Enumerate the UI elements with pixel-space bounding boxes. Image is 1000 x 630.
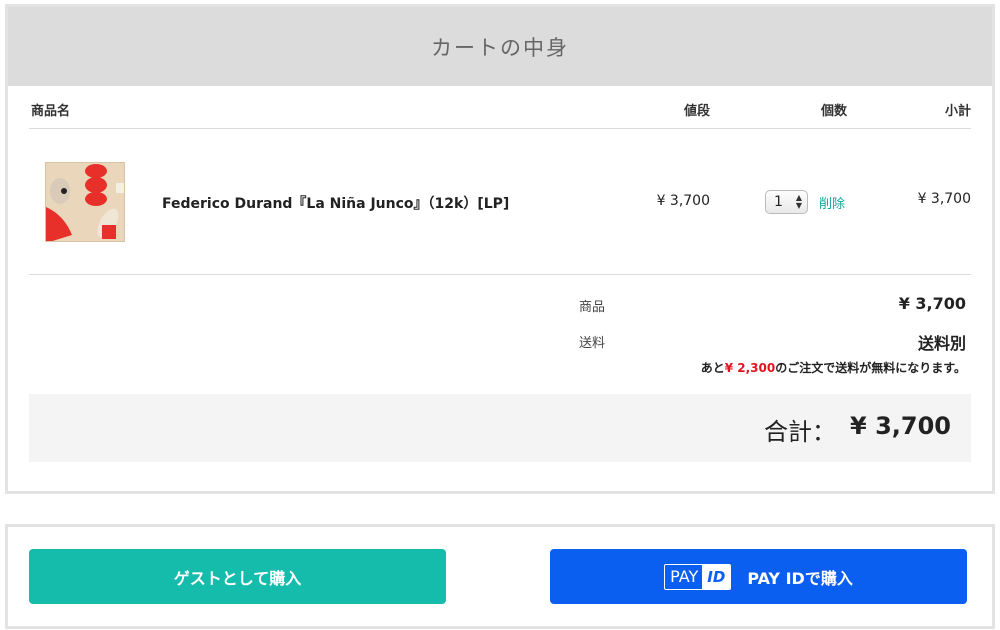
purchase-actions-panel: ゲストとして購入 PAY ID PAY IDで購入 [5, 524, 995, 629]
shipping-value: 送料別 [917, 334, 966, 353]
updown-arrows-icon: ▲ ▼ [795, 193, 802, 210]
payid-logo-icon: PAY ID [664, 563, 732, 590]
remove-link[interactable]: 削除 [819, 193, 845, 212]
column-header-name: 商品名 [31, 104, 71, 119]
payid-purchase-button[interactable]: PAY ID PAY IDで購入 [550, 549, 967, 604]
column-header-quantity: 個数 [820, 104, 847, 119]
guest-purchase-label: ゲストとして購入 [173, 568, 302, 588]
column-header-subtotal: 小計 [944, 104, 971, 119]
free-shipping-prefix: あと [700, 361, 725, 375]
product-name[interactable]: Federico Durand『La Niña Junco』（12k）[LP] [162, 193, 509, 213]
cart-title: カートの中身 [431, 35, 569, 60]
album-cover-image [46, 163, 124, 241]
goods-total-label: 商品 [579, 300, 606, 315]
free-shipping-note: あと¥ 2,300のご注文で送料が無料になります。 [701, 359, 966, 376]
cart-panel: カートの中身 商品名 値段 個数 小計 Federico Durand『La N… [5, 4, 995, 494]
product-thumbnail[interactable] [45, 162, 125, 242]
goods-total-value: ¥ 3,700 [898, 294, 966, 313]
quantity-value: 1 [774, 194, 783, 210]
cart-table-header: 商品名 値段 個数 小計 [29, 86, 971, 129]
total-value: ¥ 3,700 [850, 412, 951, 440]
quantity-select[interactable]: 1 ▲ ▼ [765, 190, 808, 214]
payid-purchase-label: PAY IDで購入 [747, 568, 853, 588]
total-label: 合計： [764, 418, 836, 446]
product-price: ¥ 3,700 [656, 193, 710, 209]
item-subtotal: ¥ 3,700 [917, 191, 971, 207]
cart-header: カートの中身 [8, 7, 992, 86]
shipping-label: 送料 [579, 336, 606, 351]
guest-purchase-button[interactable]: ゲストとして購入 [29, 549, 446, 604]
free-shipping-amount: ¥ 2,300 [724, 361, 776, 375]
cart-item-row: Federico Durand『La Niña Junco』（12k）[LP] … [29, 129, 971, 275]
total-box: 合計： ¥ 3,700 [29, 394, 971, 462]
free-shipping-suffix: のご注文で送料が無料になります。 [775, 361, 966, 375]
column-header-price: 値段 [683, 104, 710, 119]
